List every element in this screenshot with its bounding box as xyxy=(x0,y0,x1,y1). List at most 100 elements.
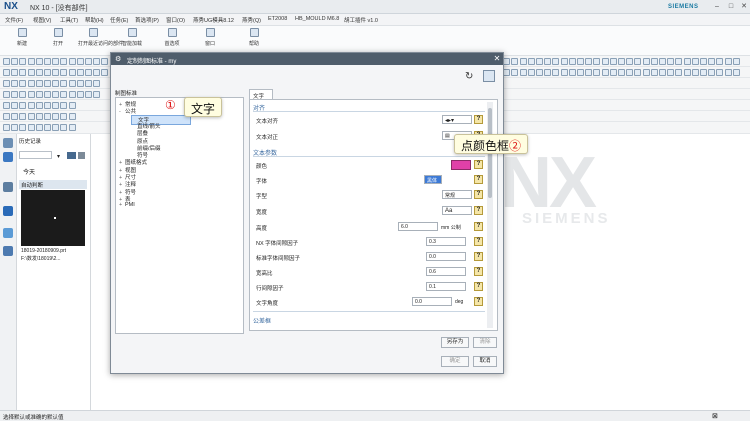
window-button[interactable]: 窗口 xyxy=(200,28,220,54)
toolbar-tool-icon[interactable] xyxy=(675,58,683,65)
menu-window[interactable]: 窗口(O) xyxy=(166,16,185,24)
nx-gap-help-icon[interactable]: ? xyxy=(474,237,483,246)
aspect-input[interactable]: 0.6 xyxy=(426,267,466,276)
toolbar-tool-icon[interactable] xyxy=(732,58,740,65)
toolbar-tool-icon[interactable] xyxy=(642,69,650,76)
tree-node[interactable]: + PMI xyxy=(119,202,135,208)
toolbar-tool-icon[interactable] xyxy=(11,80,19,87)
toolbar-tool-icon[interactable] xyxy=(716,69,724,76)
std-gap-input[interactable]: 0.0 xyxy=(426,252,466,261)
toolbar-tool-icon[interactable] xyxy=(3,58,10,65)
toolbar-tool-icon[interactable] xyxy=(691,58,699,65)
help-button[interactable]: 帮助 xyxy=(244,28,264,54)
toolbar-tool-icon[interactable] xyxy=(618,69,625,76)
toolbar-tool-icon[interactable] xyxy=(27,80,35,87)
color-help-icon[interactable]: ? xyxy=(474,160,483,169)
toolbar-tool-icon[interactable] xyxy=(552,69,560,76)
toolbar-tool-icon[interactable] xyxy=(683,58,691,65)
toolbar-tool-icon[interactable] xyxy=(60,102,68,109)
toolbar-tool-icon[interactable] xyxy=(732,69,740,76)
roles-icon[interactable] xyxy=(3,246,13,256)
color-swatch-button[interactable] xyxy=(451,160,471,170)
toolbar-tool-icon[interactable] xyxy=(544,58,552,65)
toolbar-tool-icon[interactable] xyxy=(642,58,650,65)
toolbar-tool-icon[interactable] xyxy=(19,69,27,76)
font-style-help-icon[interactable]: ? xyxy=(474,190,483,199)
toolbar-tool-icon[interactable] xyxy=(93,91,101,98)
toolbar-tool-icon[interactable] xyxy=(650,69,658,76)
toolbar-tool-icon[interactable] xyxy=(683,69,691,76)
history-file-name[interactable]: 18019-20180909.prt xyxy=(21,248,66,254)
menu-preferences[interactable]: 首选项(P) xyxy=(135,16,159,24)
toolbar-tool-icon[interactable] xyxy=(27,124,35,131)
toolbar-tool-icon[interactable] xyxy=(577,58,584,65)
open-button[interactable]: 打开 xyxy=(48,28,68,54)
toolbar-tool-icon[interactable] xyxy=(44,91,51,98)
toolbar-tool-icon[interactable] xyxy=(536,58,543,65)
toolbar-tool-icon[interactable] xyxy=(68,69,76,76)
toolbar-tool-icon[interactable] xyxy=(659,69,666,76)
toolbar-tool-icon[interactable] xyxy=(11,124,19,131)
toolbar-tool-icon[interactable] xyxy=(85,58,92,65)
toolbar-tool-icon[interactable] xyxy=(19,80,27,87)
reset-icon[interactable]: ↻ xyxy=(465,71,473,82)
toolbar-tool-icon[interactable] xyxy=(19,91,27,98)
toolbar-tool-icon[interactable] xyxy=(568,58,576,65)
toolbar-tool-icon[interactable] xyxy=(667,69,675,76)
toolbar-tool-icon[interactable] xyxy=(60,69,68,76)
toolbar-tool-icon[interactable] xyxy=(35,113,43,120)
toolbar-tool-icon[interactable] xyxy=(708,58,716,65)
toolbar-tool-icon[interactable] xyxy=(60,80,68,87)
toolbar-tool-icon[interactable] xyxy=(544,69,552,76)
menu-file[interactable]: 文件(F) xyxy=(5,16,23,24)
toolbar-tool-icon[interactable] xyxy=(11,102,19,109)
toolbar-tool-icon[interactable] xyxy=(536,69,543,76)
toolbar-tool-icon[interactable] xyxy=(68,102,76,109)
toolbar-tool-icon[interactable] xyxy=(101,58,109,65)
toolbar-tool-icon[interactable] xyxy=(601,69,609,76)
toolbar-tool-icon[interactable] xyxy=(68,80,76,87)
toolbar-tool-icon[interactable] xyxy=(626,69,634,76)
part-thumbnail[interactable] xyxy=(21,190,85,246)
recent-button[interactable]: 打开最近访问的部件 xyxy=(78,28,123,54)
toolbar-tool-icon[interactable] xyxy=(3,91,10,98)
toolbar-tool-icon[interactable] xyxy=(19,124,27,131)
section-tolerance-frame[interactable]: 公差框 xyxy=(253,316,271,325)
aspect-help-icon[interactable]: ? xyxy=(474,267,483,276)
restore-button[interactable]: 清除 xyxy=(473,337,497,348)
toolbar-tool-icon[interactable] xyxy=(634,58,642,65)
toolbar-tool-icon[interactable] xyxy=(44,124,51,131)
menu-et2008[interactable]: ET2008 xyxy=(268,16,287,22)
clock-icon[interactable] xyxy=(3,228,13,238)
toolbar-tool-icon[interactable] xyxy=(76,58,84,65)
toolbar-tool-icon[interactable] xyxy=(52,124,60,131)
toolbar-tool-icon[interactable] xyxy=(52,113,60,120)
part-navigator-icon[interactable] xyxy=(3,152,13,162)
save-as-button[interactable]: 另存为 xyxy=(441,337,469,348)
toolbar-tool-icon[interactable] xyxy=(568,69,576,76)
maximize-icon[interactable]: □ xyxy=(726,3,736,12)
line-gap-help-icon[interactable]: ? xyxy=(474,282,483,291)
history-today[interactable]: 今天 xyxy=(23,167,35,176)
angle-help-icon[interactable]: ? xyxy=(474,297,483,306)
toolbar-tool-icon[interactable] xyxy=(60,124,68,131)
menu-hugong-plugin[interactable]: 胡工插件 v1.0 xyxy=(344,16,378,24)
panel-pin-icon[interactable] xyxy=(67,152,76,159)
toolbar-tool-icon[interactable] xyxy=(76,80,84,87)
navigator-icon[interactable] xyxy=(3,138,13,148)
toolbar-tool-icon[interactable] xyxy=(585,58,593,65)
toolbar-tool-icon[interactable] xyxy=(101,69,109,76)
toolbar-tool-icon[interactable] xyxy=(44,69,51,76)
toolbar-tool-icon[interactable] xyxy=(691,69,699,76)
toolbar-tool-icon[interactable] xyxy=(27,91,35,98)
toolbar-tool-icon[interactable] xyxy=(93,80,101,87)
toolbar-tool-icon[interactable] xyxy=(3,113,10,120)
toolbar-tool-icon[interactable] xyxy=(585,69,593,76)
menu-task[interactable]: 任务(E) xyxy=(110,16,128,24)
dialog-close-button[interactable]: ✕ xyxy=(492,54,502,63)
toolbar-tool-icon[interactable] xyxy=(27,102,35,109)
menu-help[interactable]: 帮助(H) xyxy=(85,16,104,24)
font-field[interactable]: 黑体 xyxy=(424,175,442,184)
toolbar-tool-icon[interactable] xyxy=(76,69,84,76)
toolbar-tool-icon[interactable] xyxy=(44,58,51,65)
